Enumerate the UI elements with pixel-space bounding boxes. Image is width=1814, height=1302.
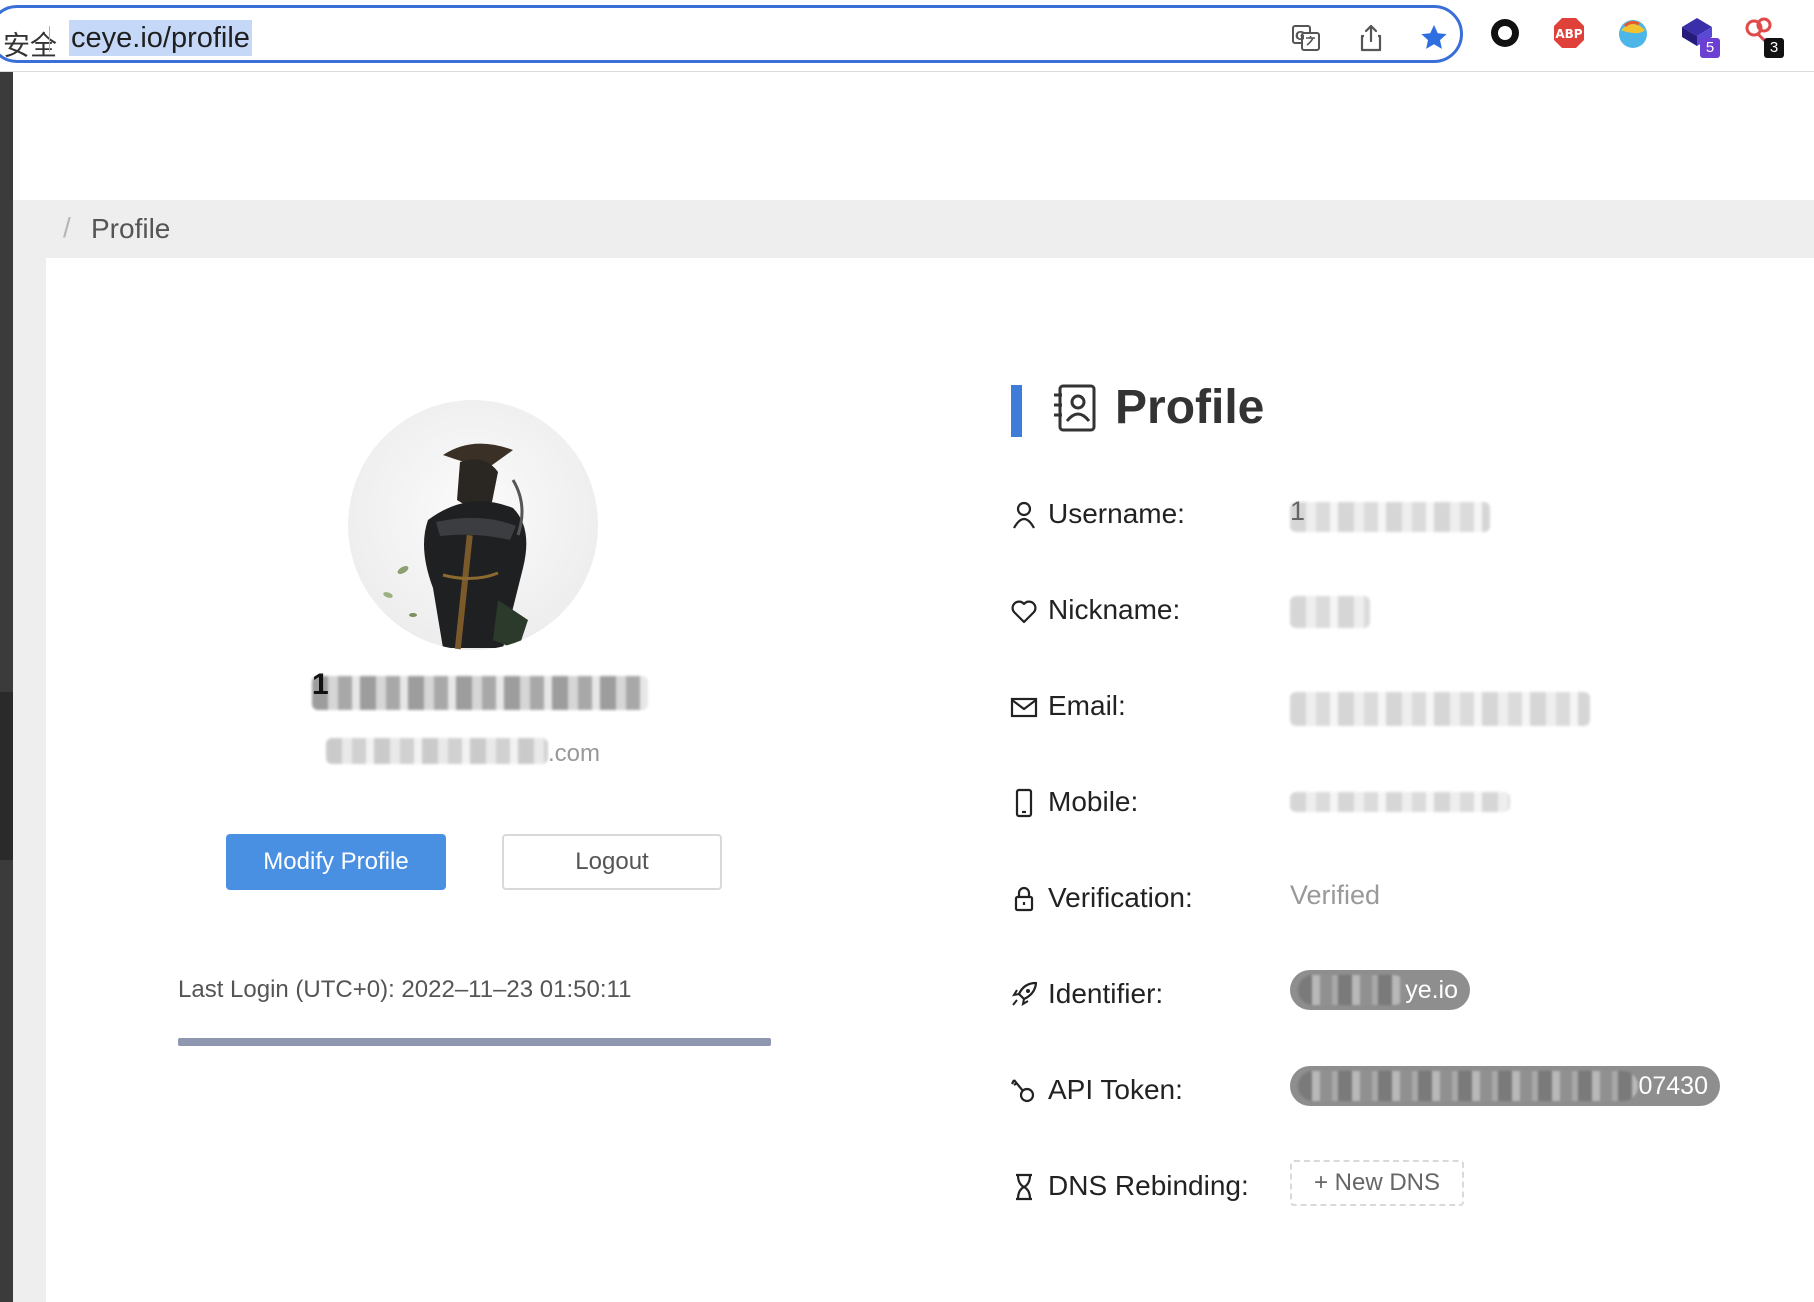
api-token-value-redacted	[1298, 1071, 1638, 1101]
circle-extension-icon[interactable]	[1488, 16, 1522, 50]
username-label: Username:	[1048, 498, 1185, 529]
nickname-value-redacted	[1290, 596, 1370, 628]
breadcrumb-separator: /	[63, 212, 71, 243]
modify-profile-button[interactable]: Modify Profile	[226, 834, 446, 890]
email-value-redacted	[1290, 692, 1590, 726]
omnibox-divider	[49, 26, 50, 52]
heading-accent-bar	[1011, 385, 1022, 437]
profile-card	[46, 258, 1814, 1302]
svg-text:ABP: ABP	[1555, 27, 1582, 41]
key-extension[interactable]: 3	[1744, 16, 1784, 58]
nickname-row: Nickname:	[1010, 590, 1770, 634]
url-text[interactable]: ceye.io/profile	[69, 20, 252, 56]
api-token-pill: 07430	[1290, 1066, 1720, 1106]
username-redacted	[312, 676, 648, 710]
extension-badge: 5	[1700, 38, 1720, 58]
profile-heading: Profile	[1115, 381, 1265, 434]
dns-rebinding-row: DNS Rebinding: + New DNS	[1010, 1160, 1770, 1210]
lock-icon	[1014, 886, 1034, 912]
rocket-icon	[1011, 981, 1038, 1007]
verification-value: Verified	[1290, 880, 1381, 910]
nickname-label: Nickname:	[1048, 594, 1181, 625]
username-row: Username: 1	[1010, 494, 1770, 538]
mail-icon	[1010, 697, 1038, 718]
breadcrumb-current: Profile	[91, 213, 171, 244]
key-icon	[1011, 1079, 1035, 1103]
email-redacted	[326, 738, 548, 764]
verification-label: Verification:	[1048, 882, 1193, 913]
identifier-label: Identifier:	[1048, 978, 1164, 1009]
adblock-plus-icon[interactable]: ABP	[1552, 16, 1586, 50]
svg-text:G: G	[1295, 29, 1305, 43]
email-label: Email:	[1048, 690, 1126, 721]
email-row: Email:	[1010, 686, 1770, 730]
bookmark-star-icon[interactable]	[1419, 23, 1449, 53]
api-token-value: 07430	[1638, 1072, 1708, 1100]
verification-row: Verification: Verified	[1010, 878, 1770, 922]
username-value-redacted	[1290, 502, 1490, 532]
progress-bar	[178, 1038, 771, 1046]
username-value: 1	[1290, 496, 1306, 526]
identifier-row: Identifier: ye.io	[1010, 970, 1770, 1018]
warrior-avatar-image	[383, 443, 528, 650]
user-icon	[1013, 501, 1035, 529]
mobile-label: Mobile:	[1048, 786, 1139, 817]
api-token-row: API Token: 07430	[1010, 1066, 1770, 1114]
identifier-pill: ye.io	[1290, 970, 1470, 1010]
avatar	[348, 400, 598, 650]
hourglass-icon	[1016, 1173, 1032, 1201]
identifier-value: ye.io	[1405, 976, 1458, 1004]
api-token-label: API Token:	[1048, 1074, 1183, 1105]
user-email: .com	[548, 740, 601, 767]
translate-icon[interactable]: G	[1291, 23, 1321, 53]
progress-bar-fill	[178, 1038, 771, 1046]
cube-extension[interactable]: 5	[1680, 16, 1720, 58]
browser-toolbar: 安全 ceye.io/profile G ABP 5 3	[0, 0, 1814, 72]
new-dns-button[interactable]: + New DNS	[1290, 1160, 1464, 1206]
heart-icon	[1011, 600, 1037, 624]
mobile-icon	[1015, 788, 1033, 818]
share-icon[interactable]	[1356, 23, 1386, 53]
globe-extension-icon[interactable]	[1616, 16, 1650, 50]
extension-badge: 3	[1764, 38, 1784, 58]
mobile-row: Mobile:	[1010, 782, 1770, 826]
identifier-value-redacted	[1298, 975, 1408, 1005]
sidebar-edge-highlight	[0, 692, 13, 860]
dns-rebinding-label: DNS Rebinding:	[1048, 1170, 1249, 1201]
contact-card-icon	[1054, 384, 1096, 432]
breadcrumb: / Profile	[13, 200, 1814, 258]
last-login-text: Last Login (UTC+0): 2022–11–23 01:50:11	[178, 976, 632, 1003]
address-bar[interactable]: 安全 ceye.io/profile G	[0, 5, 1463, 63]
logout-button[interactable]: Logout	[502, 834, 722, 890]
user-display-name: 1	[312, 668, 329, 701]
mobile-value-redacted	[1290, 792, 1510, 812]
left-sidebar-edge	[0, 72, 13, 1302]
